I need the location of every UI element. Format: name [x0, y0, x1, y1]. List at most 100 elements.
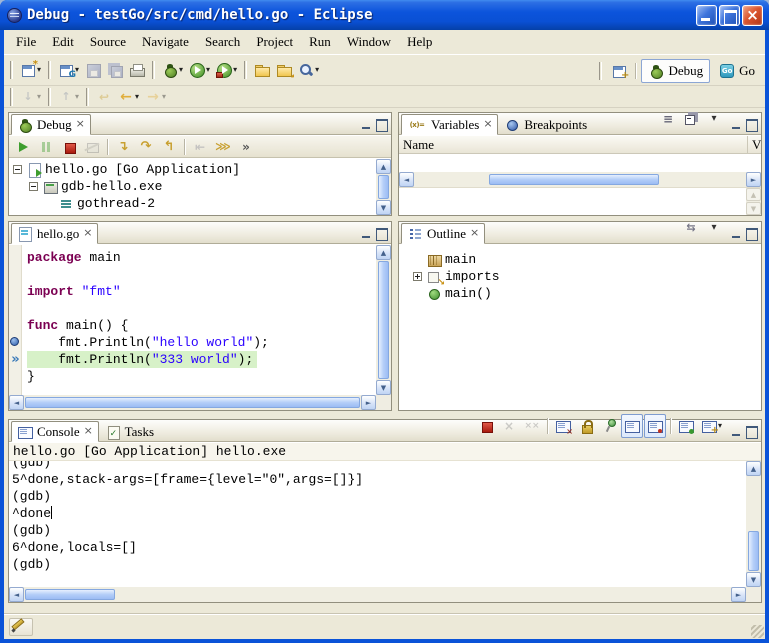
scroll-left-button[interactable]	[399, 172, 414, 187]
back-button[interactable]: ←	[115, 87, 142, 107]
scroll-left-button[interactable]	[9, 587, 24, 602]
remove-all-terminated-button[interactable]: ××	[521, 414, 543, 438]
minimize-view-button[interactable]	[359, 227, 374, 240]
scroll-right-button[interactable]	[731, 587, 746, 602]
close-view-icon[interactable]	[470, 228, 479, 239]
minimize-view-button[interactable]	[729, 227, 744, 240]
menu-window[interactable]: Window	[339, 31, 399, 53]
show-console-when-stderr-changes-button[interactable]	[644, 414, 666, 438]
variables-tab[interactable]: (x)= Variables	[401, 114, 498, 135]
fast-view-button[interactable]	[9, 618, 33, 636]
window-maximize-button[interactable]	[719, 5, 740, 26]
scrollbar-thumb[interactable]	[378, 261, 389, 379]
dropdown-arrow-icon[interactable]	[179, 66, 183, 74]
outline-item[interactable]: main	[399, 251, 761, 268]
maximize-view-button[interactable]	[744, 227, 759, 240]
maximize-view-button[interactable]	[374, 227, 389, 240]
new-go-element-button[interactable]: G	[55, 58, 82, 82]
editor-tab-hello-go[interactable]: hello.go	[11, 223, 98, 244]
next-annotation-button[interactable]: ↓	[17, 87, 44, 107]
perspective-go-button[interactable]: GoGo	[712, 59, 762, 83]
save-all-button[interactable]	[104, 58, 126, 82]
debug-tree-node[interactable]: gothread-2	[9, 195, 376, 212]
tree-expander-icon[interactable]	[13, 165, 22, 174]
scrollbar-thumb[interactable]	[25, 397, 360, 408]
collapse-all-button[interactable]	[680, 107, 702, 131]
minimize-view-button[interactable]	[729, 118, 744, 131]
minimize-view-button[interactable]	[729, 425, 744, 438]
show-console-when-stdout-changes-button[interactable]	[621, 414, 643, 438]
open-perspective-button[interactable]: +	[608, 59, 630, 83]
console-tab[interactable]: Console	[11, 421, 99, 442]
tree-expander-icon[interactable]	[413, 272, 422, 281]
debug-vertical-scrollbar[interactable]	[376, 159, 391, 215]
use-step-filters-button[interactable]: ⋙	[212, 137, 234, 157]
breakpoint-icon[interactable]	[10, 337, 19, 346]
new-wizard-button[interactable]: *	[17, 58, 44, 82]
scroll-down-button[interactable]	[746, 572, 761, 587]
dropdown-arrow-icon[interactable]	[75, 93, 79, 101]
step-return-button[interactable]: ↰	[158, 137, 180, 157]
code-line[interactable]: fmt.Println("333 world");	[23, 351, 376, 368]
suspend-button[interactable]	[35, 137, 57, 157]
save-button[interactable]	[82, 58, 104, 82]
menu-search[interactable]: Search	[197, 31, 248, 53]
scroll-lock-button[interactable]	[575, 414, 597, 438]
code-line[interactable]: package main	[23, 249, 376, 266]
code-line[interactable]: func main() {	[23, 317, 376, 334]
debug-launch-button[interactable]	[159, 58, 186, 82]
console-vertical-scrollbar[interactable]	[746, 461, 761, 587]
editor-code-area[interactable]: package main import "fmt" func main() { fm…	[23, 245, 376, 395]
maximize-view-button[interactable]	[744, 118, 759, 131]
close-view-icon[interactable]	[84, 426, 93, 437]
variables-horizontal-scrollbar[interactable]	[399, 172, 761, 187]
breakpoints-tab[interactable]: Breakpoints	[498, 114, 593, 135]
code-line[interactable]: fmt.Println("hello world");	[23, 334, 376, 351]
import-folder-button[interactable]: ↘	[273, 58, 295, 82]
terminate-button[interactable]	[475, 414, 497, 438]
view-menu-button[interactable]: ▾	[703, 107, 725, 131]
previous-annotation-button[interactable]: ↑	[55, 87, 82, 107]
dropdown-arrow-icon[interactable]	[162, 93, 166, 101]
maximize-view-button[interactable]	[744, 425, 759, 438]
resume-button[interactable]	[12, 137, 34, 157]
search-button[interactable]	[295, 58, 322, 82]
scrollbar-thumb[interactable]	[25, 589, 115, 600]
resize-grip[interactable]	[751, 625, 764, 638]
terminate-button[interactable]	[58, 137, 80, 157]
titlebar[interactable]: Debug - testGo/src/cmd/hello.go - Eclips…	[0, 0, 769, 30]
scroll-down-button[interactable]	[376, 380, 391, 395]
external-tools-button[interactable]	[213, 58, 240, 82]
toolbar-overflow-chevron-button[interactable]: »	[235, 137, 257, 157]
close-editor-icon[interactable]	[83, 228, 92, 239]
menu-project[interactable]: Project	[248, 31, 301, 53]
scrollbar-thumb[interactable]	[378, 175, 389, 199]
column-value[interactable]: V	[748, 136, 761, 153]
scroll-right-button[interactable]	[746, 172, 761, 187]
code-line[interactable]: import "fmt"	[23, 283, 376, 300]
open-console-button[interactable]: +	[698, 414, 725, 438]
tasks-tab[interactable]: Tasks	[99, 421, 160, 442]
console-horizontal-scrollbar[interactable]	[9, 587, 746, 602]
forward-button[interactable]: →	[142, 87, 169, 107]
print-button[interactable]	[126, 58, 148, 82]
editor-annotation-ruler[interactable]: »	[9, 245, 22, 395]
scroll-up-button[interactable]	[746, 461, 761, 476]
menu-help[interactable]: Help	[399, 31, 440, 53]
close-view-icon[interactable]	[76, 119, 85, 130]
dropdown-arrow-icon[interactable]	[315, 66, 319, 74]
menu-edit[interactable]: Edit	[44, 31, 82, 53]
outline-item[interactable]: ↘imports	[399, 268, 761, 285]
code-line[interactable]: }	[23, 368, 376, 385]
drop-to-frame-button[interactable]: ⇤	[189, 137, 211, 157]
menu-source[interactable]: Source	[82, 31, 134, 53]
pin-console-button[interactable]	[598, 414, 620, 438]
menu-file[interactable]: File	[8, 31, 44, 53]
display-selected-console-button[interactable]	[675, 414, 697, 438]
step-over-button[interactable]: ↷	[135, 137, 157, 157]
editor-vertical-scrollbar[interactable]	[376, 245, 391, 395]
debug-tree-node[interactable]: gdb-hello.exe	[9, 178, 376, 195]
debug-tree-node[interactable]: hello.go [Go Application]	[9, 161, 376, 178]
show-type-names-button[interactable]: ≡	[657, 107, 679, 131]
dropdown-arrow-icon[interactable]	[206, 66, 210, 74]
